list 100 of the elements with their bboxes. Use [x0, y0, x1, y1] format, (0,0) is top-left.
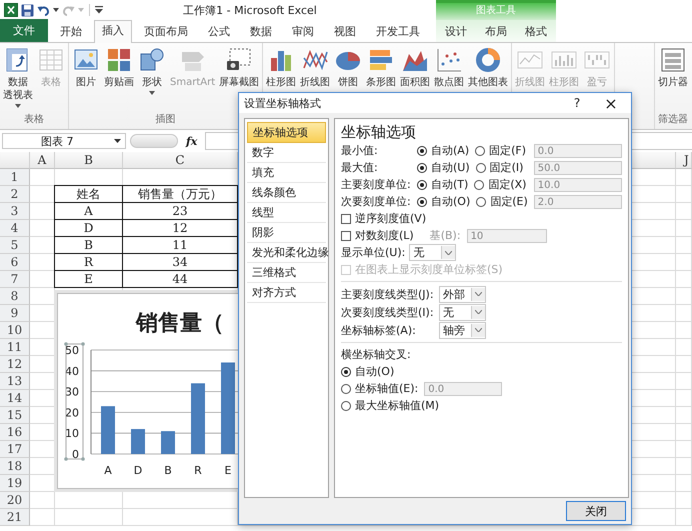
- grid-cell: [676, 203, 692, 220]
- name-box[interactable]: 图表 7: [2, 133, 126, 149]
- ribbon-tab[interactable]: 文件: [0, 19, 48, 42]
- ribbon-tab[interactable]: 布局: [477, 21, 515, 42]
- ribbon-button[interactable]: 散点图: [432, 46, 466, 89]
- ribbon-tab[interactable]: 数据: [242, 21, 280, 42]
- group-label: 筛选器: [658, 113, 688, 127]
- dropdown[interactable]: 外部: [439, 286, 486, 302]
- column-header[interactable]: A: [30, 152, 55, 169]
- row-header[interactable]: 7: [0, 271, 30, 288]
- row-header[interactable]: 21: [0, 509, 30, 526]
- ribbon-tab[interactable]: 开始: [52, 21, 90, 42]
- row-header[interactable]: 2: [0, 186, 30, 203]
- category-item[interactable]: 对齐方式: [247, 283, 326, 303]
- ribbon-tab[interactable]: 视图: [326, 21, 364, 42]
- ribbon-tab[interactable]: 插入: [94, 20, 132, 43]
- ribbon-button[interactable]: 条形图: [364, 46, 398, 89]
- option-label: 在图表上显示刻度单位标签(S): [355, 262, 503, 277]
- caret-icon[interactable]: [53, 8, 59, 12]
- category-item[interactable]: 三维格式: [247, 263, 326, 283]
- ribbon-tab[interactable]: 审阅: [284, 21, 322, 42]
- row-header[interactable]: 6: [0, 254, 30, 271]
- category-item[interactable]: 阴影: [247, 223, 326, 243]
- column-header[interactable]: B: [55, 152, 123, 169]
- ribbon-button[interactable]: 面积图: [398, 46, 432, 89]
- checkbox[interactable]: [341, 214, 351, 224]
- radio-button[interactable]: [341, 400, 351, 410]
- row-header[interactable]: 15: [0, 407, 30, 424]
- dropdown[interactable]: 轴旁: [439, 322, 486, 338]
- ribbon-tab[interactable]: 公式: [200, 21, 238, 42]
- undo-icon[interactable]: [37, 4, 50, 16]
- radio-button[interactable]: [417, 146, 427, 156]
- grid-cell: [676, 322, 692, 339]
- category-item[interactable]: 线条颜色: [247, 183, 326, 203]
- category-item[interactable]: 数字: [247, 143, 326, 163]
- radio-button[interactable]: [417, 196, 427, 206]
- radio-button[interactable]: [341, 384, 351, 394]
- ribbon-tab[interactable]: 格式: [517, 21, 555, 42]
- radio-button[interactable]: [417, 162, 427, 172]
- row-header[interactable]: 19: [0, 475, 30, 492]
- grid-cell: [676, 458, 692, 475]
- help-button[interactable]: ?: [563, 96, 591, 110]
- radio-button[interactable]: [476, 162, 486, 172]
- ribbon-button[interactable]: 柱形图: [264, 46, 298, 89]
- ribbon-tab[interactable]: 开发工具: [368, 21, 428, 42]
- ribbon-button[interactable]: 图片: [70, 46, 102, 89]
- category-item[interactable]: 填充: [247, 163, 326, 183]
- radio-button[interactable]: [474, 180, 484, 190]
- dropdown[interactable]: 无: [409, 244, 456, 261]
- row-header[interactable]: 1: [0, 169, 30, 186]
- row-header[interactable]: 17: [0, 441, 30, 458]
- row-header[interactable]: 10: [0, 322, 30, 339]
- customize-menu-icon[interactable]: [95, 6, 103, 14]
- row-header[interactable]: 3: [0, 203, 30, 220]
- ribbon-button[interactable]: 形状: [136, 46, 168, 95]
- grid-cell: [676, 220, 692, 237]
- ribbon-tab[interactable]: 设计: [437, 21, 475, 42]
- ribbon-button[interactable]: 折线图: [298, 46, 332, 89]
- category-item[interactable]: 坐标轴选项: [247, 122, 326, 143]
- option-label: 对数刻度(L): [355, 228, 414, 243]
- row-header[interactable]: 5: [0, 237, 30, 254]
- column-header[interactable]: J: [676, 152, 692, 169]
- field-label: 最大值:: [341, 160, 379, 175]
- radio-button[interactable]: [475, 146, 486, 156]
- category-item[interactable]: 发光和柔化边缘: [247, 243, 326, 263]
- radio-button[interactable]: [476, 196, 486, 206]
- row-header[interactable]: 8: [0, 288, 30, 305]
- row-header[interactable]: 18: [0, 458, 30, 475]
- caret-icon[interactable]: [114, 139, 121, 143]
- row-header[interactable]: 11: [0, 339, 30, 356]
- axis-selection-frame[interactable]: [64, 342, 85, 461]
- ribbon-button[interactable]: 数据 透视表: [1, 46, 35, 108]
- ribbon-button[interactable]: 其他图表: [466, 46, 510, 89]
- close-button[interactable]: 关闭: [566, 501, 626, 521]
- ribbon-button[interactable]: 饼图: [332, 46, 364, 89]
- grid-cell: [676, 186, 692, 203]
- insert-function-button[interactable]: fx: [182, 134, 202, 148]
- ribbon-button[interactable]: 切片器: [656, 46, 690, 89]
- grid-cell: [676, 288, 692, 305]
- row-header[interactable]: 14: [0, 390, 30, 407]
- option-label: 固定(I): [490, 160, 524, 175]
- save-icon[interactable]: [21, 4, 34, 16]
- row-header[interactable]: 12: [0, 356, 30, 373]
- ribbon-tab[interactable]: 页面布局: [136, 21, 196, 42]
- radio-button[interactable]: [341, 366, 351, 376]
- row-header[interactable]: 13: [0, 373, 30, 390]
- donut-chart-icon: [474, 46, 502, 74]
- close-button[interactable]: ×: [591, 94, 631, 112]
- row-header[interactable]: 4: [0, 220, 30, 237]
- row-header[interactable]: 20: [0, 492, 30, 509]
- ribbon-button[interactable]: 屏幕截图: [217, 46, 262, 89]
- radio-button[interactable]: [417, 180, 427, 190]
- column-header[interactable]: C: [123, 152, 238, 169]
- row-header[interactable]: 16: [0, 424, 30, 441]
- dropdown[interactable]: 无: [439, 304, 486, 320]
- checkbox[interactable]: [341, 230, 351, 240]
- ribbon-button[interactable]: 剪贴画: [102, 46, 136, 89]
- formula-buttons: [130, 134, 178, 148]
- row-header[interactable]: 9: [0, 305, 30, 322]
- category-item[interactable]: 线型: [247, 203, 326, 223]
